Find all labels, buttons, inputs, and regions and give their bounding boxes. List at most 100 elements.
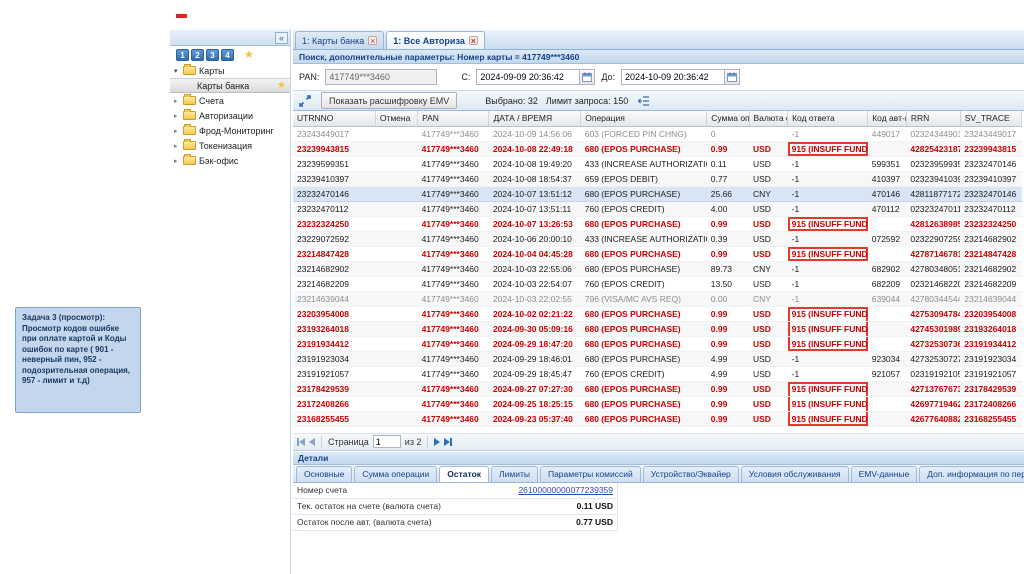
sidebar-item-счета[interactable]: ▸Счета xyxy=(170,93,290,108)
cell-код-ответа: 915 (INSUFF FUNDS) xyxy=(788,411,868,426)
cell-код-авт-и: 682209 xyxy=(868,276,907,291)
column-header[interactable]: ДАТА / ВРЕМЯ xyxy=(489,111,581,126)
sidebar-collapse-icon[interactable]: « xyxy=(275,32,288,44)
last-page-icon[interactable] xyxy=(444,438,452,446)
cell-rrn: 428126389851 xyxy=(906,216,960,231)
table-row[interactable]: 23191923034417749***34602024-09-29 18:46… xyxy=(293,351,1022,366)
table-row[interactable]: 23191921057417749***34602024-09-29 18:45… xyxy=(293,366,1022,381)
tab-1[interactable]: 1: Все Авториза× xyxy=(386,31,485,49)
table-row[interactable]: 23232470112417749***34602024-10-07 13:51… xyxy=(293,201,1022,216)
sidebar-item-авторизации[interactable]: ▸Авторизации xyxy=(170,108,290,123)
cell-дата-время: 2024-10-07 13:51:12 xyxy=(489,186,581,201)
table-row[interactable]: 23232324250417749***34602024-10-07 13:26… xyxy=(293,216,1022,231)
column-config-icon[interactable] xyxy=(636,93,652,109)
cell-сумма-оп-: 0.39 xyxy=(707,231,749,246)
cell-utrnno: 23203954008 xyxy=(293,306,375,321)
table-row[interactable]: 23232470146417749***34602024-10-07 13:51… xyxy=(293,186,1022,201)
details-tab-6[interactable]: Условия обслуживания xyxy=(741,466,849,482)
details-tab-7[interactable]: EMV-данные xyxy=(851,466,918,482)
table-row[interactable]: 23214847428417749***34602024-10-04 04:45… xyxy=(293,246,1022,261)
tab-close-icon[interactable]: × xyxy=(368,36,377,45)
quick-button-1[interactable]: 1 xyxy=(176,49,189,61)
calendar-from-icon[interactable] xyxy=(580,69,595,85)
column-header[interactable]: Сумма оп. xyxy=(707,111,749,126)
details-tab-8[interactable]: Доп. информация по переводам xyxy=(919,466,1024,482)
tab-close-icon[interactable]: × xyxy=(469,36,478,45)
tree-collapsed-icon[interactable]: ▸ xyxy=(174,157,183,165)
table-row[interactable]: 23214639044417749***34602024-10-03 22:02… xyxy=(293,291,1022,306)
prev-page-icon[interactable] xyxy=(309,438,315,446)
expand-icon[interactable] xyxy=(297,93,313,109)
tree-collapsed-icon[interactable]: ▸ xyxy=(174,97,183,105)
quick-button-2[interactable]: 2 xyxy=(191,49,204,61)
cell-код-ответа: 915 (INSUFF FUNDS) xyxy=(788,396,868,411)
column-header[interactable]: Операция xyxy=(581,111,707,126)
cell-код-авт-и xyxy=(868,321,907,336)
calendar-to-icon[interactable] xyxy=(725,69,740,85)
cell-дата-время: 2024-10-09 14:56:06 xyxy=(489,126,581,141)
account-number-link[interactable]: 26100000000077239359 xyxy=(518,485,613,495)
task-note: Задача 3 (просмотр): Просмотр кодов ошиб… xyxy=(15,307,141,413)
table-row[interactable]: 23239943815417749***34602024-10-08 22:49… xyxy=(293,141,1022,156)
cell-rrn: 023239599351 xyxy=(906,156,960,171)
cell-код-авт-и xyxy=(868,381,907,396)
show-emv-button[interactable]: Показать расшифровку EMV xyxy=(321,92,457,109)
table-row[interactable]: 23191934412417749***34602024-09-29 18:47… xyxy=(293,336,1022,351)
cell-pan: 417749***3460 xyxy=(418,336,489,351)
tree-collapsed-icon[interactable]: ▸ xyxy=(174,142,183,150)
table-row[interactable]: 23239599351417749***34602024-10-08 19:49… xyxy=(293,156,1022,171)
page-number-input[interactable] xyxy=(373,435,401,448)
cell-pan: 417749***3460 xyxy=(418,186,489,201)
sidebar-item-токенизация[interactable]: ▸Токенизация xyxy=(170,138,290,153)
cell-sv_trace: 23239943815 xyxy=(960,141,1021,156)
cell-операция: 680 (EPOS PURCHASE) xyxy=(581,261,707,276)
cell-utrnno: 23178429539 xyxy=(293,381,375,396)
quick-button-3[interactable]: 3 xyxy=(206,49,219,61)
table-row[interactable]: 23214682902417749***34602024-10-03 22:55… xyxy=(293,261,1022,276)
cell-код-авт-и: 682902 xyxy=(868,261,907,276)
column-header[interactable]: Код ответа xyxy=(788,111,868,126)
details-tab-1[interactable]: Сумма операции xyxy=(354,466,437,482)
tree-collapsed-icon[interactable]: ▸ xyxy=(174,112,183,120)
nav-tree: ▾КартыКарты банка★▸Счета▸Авторизации▸Фро… xyxy=(170,63,290,168)
sidebar-item-бэк-офис[interactable]: ▸Бэк-офис xyxy=(170,153,290,168)
details-tab-5[interactable]: Устройство/Эквайер xyxy=(643,466,739,482)
column-header[interactable]: RRN xyxy=(906,111,960,126)
tree-expanded-icon[interactable]: ▾ xyxy=(174,67,183,75)
column-header[interactable]: SV_TRACE xyxy=(960,111,1021,126)
table-row[interactable]: 23172408266417749***34602024-09-25 18:25… xyxy=(293,396,1022,411)
table-row[interactable]: 23178429539417749***34602024-09-27 07:27… xyxy=(293,381,1022,396)
column-header[interactable]: PAN xyxy=(418,111,489,126)
next-page-icon[interactable] xyxy=(434,438,440,446)
details-tab-2[interactable]: Остаток xyxy=(439,466,489,482)
details-tab-4[interactable]: Параметры комиссий xyxy=(540,466,641,482)
first-page-icon[interactable] xyxy=(297,438,305,446)
table-row[interactable]: 23214682209417749***34602024-10-03 22:54… xyxy=(293,276,1022,291)
quick-button-4[interactable]: 4 xyxy=(221,49,234,61)
column-header[interactable]: Код авт-и xyxy=(868,111,907,126)
date-to-input[interactable] xyxy=(621,69,725,85)
sidebar-item-карты[interactable]: ▾Карты xyxy=(170,63,290,78)
table-row[interactable]: 23239410397417749***34602024-10-08 18:54… xyxy=(293,171,1022,186)
table-row[interactable]: 23229072592417749***34602024-10-06 20:00… xyxy=(293,231,1022,246)
table-row[interactable]: 23168255455417749***34602024-09-23 05:37… xyxy=(293,411,1022,426)
table-row[interactable]: 23193264018417749***34602024-09-30 05:09… xyxy=(293,321,1022,336)
cell-pan: 417749***3460 xyxy=(418,366,489,381)
table-row[interactable]: 23203954008417749***34602024-10-02 02:21… xyxy=(293,306,1022,321)
cell-код-авт-и: 923034 xyxy=(868,351,907,366)
details-tab-3[interactable]: Лимиты xyxy=(491,466,538,482)
column-header[interactable]: Отмена xyxy=(375,111,417,126)
date-from-input[interactable] xyxy=(476,69,580,85)
tab-0[interactable]: 1: Карты банка× xyxy=(295,31,384,49)
column-header[interactable]: UTRNNO xyxy=(293,111,375,126)
sidebar-item-фрод-мониторинг[interactable]: ▸Фрод-Мониторинг xyxy=(170,123,290,138)
details-tab-0[interactable]: Основные xyxy=(296,466,352,482)
cell-pan: 417749***3460 xyxy=(418,411,489,426)
favorites-star-icon[interactable]: ★ xyxy=(244,48,254,61)
pan-input[interactable] xyxy=(325,69,437,85)
sidebar-item-карты-банка[interactable]: Карты банка★ xyxy=(170,78,290,93)
column-header[interactable]: Валюта оп. xyxy=(749,111,788,126)
table-row[interactable]: 23243449017417749***34602024-10-09 14:56… xyxy=(293,126,1022,141)
tree-collapsed-icon[interactable]: ▸ xyxy=(174,127,183,135)
favorite-star-icon[interactable]: ★ xyxy=(277,80,286,91)
